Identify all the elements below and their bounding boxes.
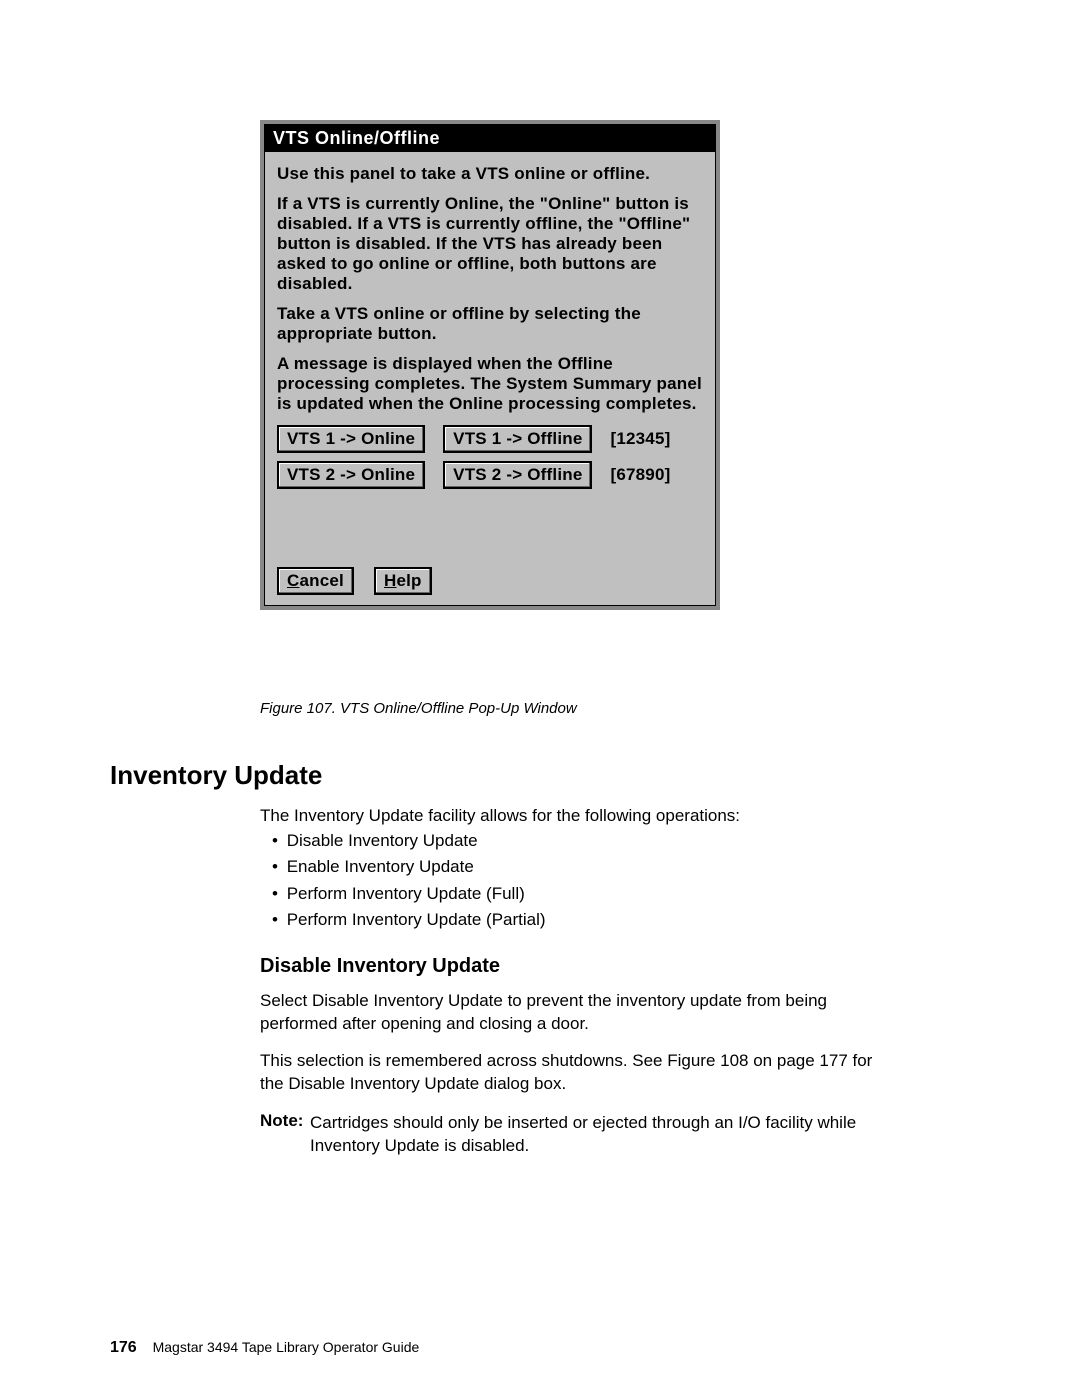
bullet-item: Disable Inventory Update	[260, 828, 900, 854]
vts2-row: VTS 2 -> Online VTS 2 -> Offline [67890]	[277, 461, 703, 489]
vts-dialog-inner: VTS Online/Offline Use this panel to tak…	[264, 124, 716, 606]
bullet-list: Disable Inventory Update Enable Inventor…	[260, 828, 900, 933]
paragraph: This selection is remembered across shut…	[260, 1050, 900, 1096]
bullet-item: Perform Inventory Update (Full)	[260, 881, 900, 907]
note-text: Cartridges should only be inserted or ej…	[260, 1112, 900, 1158]
dialog-paragraph: A message is displayed when the Offline …	[277, 354, 703, 414]
vts2-online-button[interactable]: VTS 2 -> Online	[277, 461, 425, 489]
dialog-title-bar: VTS Online/Offline	[265, 125, 715, 152]
page-footer: 176 Magstar 3494 Tape Library Operator G…	[110, 1339, 419, 1357]
bullet-item: Enable Inventory Update	[260, 854, 900, 880]
cancel-button[interactable]: Cancel	[277, 567, 354, 595]
section-heading-inventory-update: Inventory Update	[110, 760, 322, 791]
dialog-paragraph: Take a VTS online or offline by selectin…	[277, 304, 703, 344]
figure-caption: Figure 107. VTS Online/Offline Pop-Up Wi…	[260, 700, 577, 717]
vts1-online-button[interactable]: VTS 1 -> Online	[277, 425, 425, 453]
vts1-offline-button[interactable]: VTS 1 -> Offline	[443, 425, 592, 453]
vts2-code-label: [67890]	[610, 465, 670, 485]
subheading-disable-inventory-update: Disable Inventory Update	[260, 955, 500, 978]
dialog-bottom-buttons: Cancel Help	[277, 567, 703, 595]
footer-title: Magstar 3494 Tape Library Operator Guide	[153, 1339, 420, 1355]
dialog-paragraph: If a VTS is currently Online, the "Onlin…	[277, 194, 703, 294]
note-block: Note: Cartridges should only be inserted…	[260, 1110, 900, 1158]
intro-text: The Inventory Update facility allows for…	[260, 805, 900, 828]
paragraph: Select Disable Inventory Update to preve…	[260, 990, 900, 1036]
dialog-spacer	[277, 497, 703, 557]
page-number: 176	[110, 1339, 137, 1356]
vts1-row: VTS 1 -> Online VTS 1 -> Offline [12345]	[277, 425, 703, 453]
help-button[interactable]: Help	[374, 567, 432, 595]
vts2-offline-button[interactable]: VTS 2 -> Offline	[443, 461, 592, 489]
vts-dialog-window: VTS Online/Offline Use this panel to tak…	[260, 120, 720, 610]
vts1-code-label: [12345]	[610, 429, 670, 449]
dialog-paragraph: Use this panel to take a VTS online or o…	[277, 164, 703, 184]
document-page: VTS Online/Offline Use this panel to tak…	[0, 0, 1080, 1397]
bullet-item: Perform Inventory Update (Partial)	[260, 907, 900, 933]
dialog-body: Use this panel to take a VTS online or o…	[265, 152, 715, 605]
note-label: Note:	[260, 1111, 303, 1130]
